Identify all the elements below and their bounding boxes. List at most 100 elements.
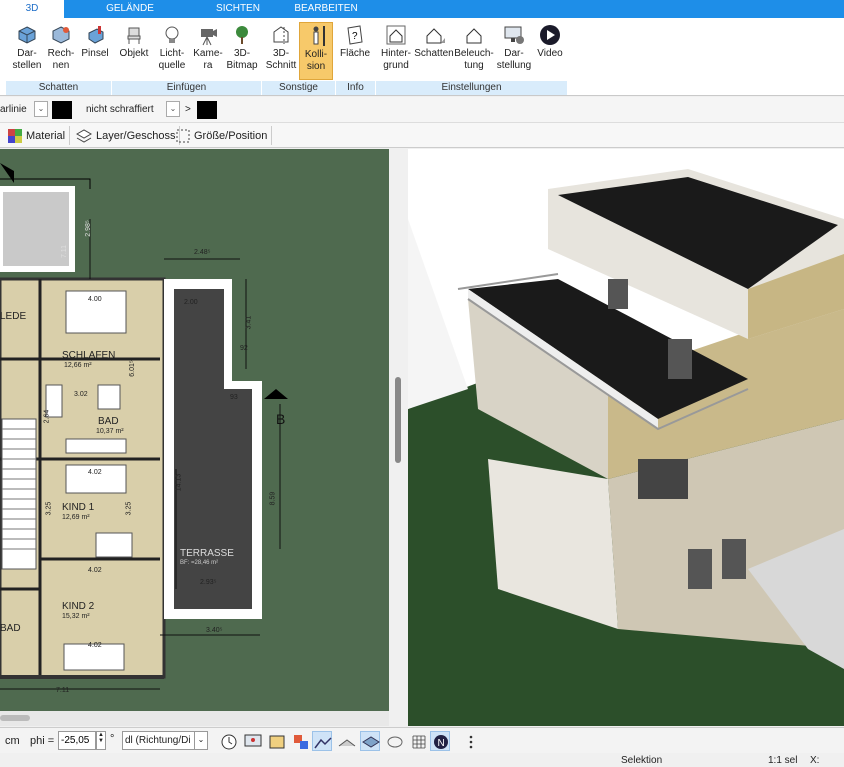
- pinsel-button[interactable]: Pinsel: [78, 22, 112, 80]
- dim-label: 14.13: [175, 473, 183, 492]
- section-icon: [273, 26, 289, 44]
- room-label: BAD: [0, 623, 21, 634]
- hatch-label: nicht schraffiert: [86, 104, 154, 115]
- dim-label: 8.59: [269, 491, 277, 506]
- flaeche-button[interactable]: ? Fläche: [338, 22, 372, 80]
- degree-label: °: [110, 733, 115, 745]
- eye-render-icon[interactable]: [266, 731, 286, 751]
- tab-bearbeiten[interactable]: BEARBEITEN: [286, 0, 366, 18]
- group-einstellungen: Einstellungen: [376, 81, 568, 95]
- svg-text:N: N: [438, 738, 445, 749]
- floor-plan-drawing: B: [0, 149, 389, 711]
- north-icon[interactable]: N: [430, 731, 450, 751]
- grid-icon[interactable]: [408, 731, 428, 751]
- svg-text:?: ?: [352, 31, 358, 42]
- house-light-icon: [466, 28, 482, 44]
- dim-label: 4.00: [88, 296, 102, 303]
- plan-horizontal-scrollbar[interactable]: [0, 711, 389, 726]
- dim-label: 3.25: [125, 501, 133, 516]
- 3d-schnitt-button[interactable]: 3D- Schnitt: [264, 22, 298, 80]
- dim-label: 2.00: [184, 299, 198, 306]
- room-label: KIND 1: [62, 502, 95, 513]
- layer-view-icon[interactable]: [360, 731, 380, 751]
- hintergrund-button[interactable]: Hinter-grund: [378, 22, 414, 80]
- dim-label: 2.48⁵: [194, 249, 211, 256]
- monitor-settings-icon: [504, 26, 524, 44]
- tab-gelaende[interactable]: GELÄNDE: [88, 0, 172, 18]
- room-area: 12,66 m²: [64, 362, 92, 369]
- phi-stepper[interactable]: ▲ ▼: [96, 731, 106, 750]
- line-color-swatch[interactable]: [52, 101, 72, 119]
- monitor-person-icon[interactable]: [242, 731, 262, 751]
- phi-input[interactable]: [58, 731, 96, 750]
- tab-sichten[interactable]: SICHTEN: [196, 0, 280, 18]
- chevron-down-icon[interactable]: ⌄: [194, 732, 207, 749]
- material-icon: [8, 128, 22, 143]
- layer-button[interactable]: Layer/Geschoss: [72, 126, 181, 145]
- material-button[interactable]: Material: [4, 126, 71, 145]
- beleuchtung-button[interactable]: Beleuch-tung: [454, 22, 494, 80]
- hatch-color-swatch[interactable]: [197, 101, 217, 119]
- size-position-button[interactable]: Größe/Position: [172, 126, 273, 145]
- 3d-house-render: [408, 149, 844, 726]
- 3d-view[interactable]: [408, 149, 844, 726]
- schatten-settings-button[interactable]: Schatten: [414, 22, 454, 80]
- bottom-toolbar: cm phi = ▲▼ ° dl (Richtung/Di ⌄ N: [0, 727, 844, 753]
- video-button[interactable]: Video: [534, 22, 566, 80]
- arrow-label: >: [185, 104, 191, 115]
- kollision-button[interactable]: Kolli-sion: [299, 22, 333, 80]
- lichtquelle-button[interactable]: Licht-quelle: [154, 22, 190, 80]
- dim-label: 7.11: [56, 687, 70, 694]
- house-shadow-icon: [426, 28, 445, 44]
- room-label: SCHLAFEN: [62, 350, 116, 361]
- line-type-dropdown[interactable]: ⌄: [34, 101, 48, 117]
- dim-label: 3.40⁵: [206, 627, 223, 634]
- splitter-handle[interactable]: [395, 377, 401, 463]
- tab-3d[interactable]: 3D: [0, 0, 64, 18]
- group-sonstige: Sonstige: [262, 81, 336, 95]
- dim-label: 4.02: [88, 469, 102, 476]
- section-marker: B: [276, 411, 285, 427]
- dim-label: 3.25: [45, 501, 53, 516]
- objekt-button[interactable]: Objekt: [116, 22, 152, 80]
- darstellung-button[interactable]: Dar-stellung: [494, 22, 534, 80]
- group-info: Info: [336, 81, 376, 95]
- color-cube-icon[interactable]: [290, 731, 310, 751]
- layers-icon: [76, 128, 92, 143]
- dim-label: 92: [240, 345, 248, 352]
- wireframe-icon[interactable]: [384, 731, 404, 751]
- room-label: LEDE: [0, 311, 27, 322]
- dim-label: 93: [230, 394, 238, 401]
- property-toolbar: arlinie ⌄ nicht schraffiert ⌄ >: [0, 97, 844, 123]
- rechnen-button[interactable]: Rech-nen: [46, 22, 76, 80]
- view-splitter[interactable]: [389, 149, 408, 711]
- scroll-thumb[interactable]: [0, 715, 30, 721]
- 3d-bitmap-button[interactable]: 3D- Bitmap: [224, 22, 260, 80]
- ribbon: Dar-stellen Rech-nen Pinsel Objekt Licht…: [0, 18, 844, 96]
- room-area: 12,69 m²: [62, 514, 90, 521]
- surface-icon[interactable]: [336, 731, 356, 751]
- room-area: 10,37 m²: [96, 428, 124, 435]
- hatch-dropdown[interactable]: ⌄: [166, 101, 180, 117]
- dim-label: 2.64: [43, 409, 51, 424]
- resize-icon: [176, 129, 190, 142]
- dim-label: 3.02: [74, 391, 88, 398]
- status-scale: 1:1 sel: [768, 755, 798, 766]
- more-options-icon[interactable]: [460, 731, 480, 751]
- dim-label: 4.02: [88, 567, 102, 574]
- kamera-button[interactable]: Kame-ra: [192, 22, 224, 80]
- unit-label: cm: [5, 735, 20, 747]
- status-selection: Selektion: [621, 755, 663, 766]
- chair-icon: [127, 27, 141, 44]
- cube-render-icon: [52, 26, 70, 44]
- status-x: X:: [810, 755, 820, 766]
- clock-icon[interactable]: [218, 731, 238, 751]
- bulb-icon: [165, 26, 179, 43]
- room-label: BAD: [98, 416, 119, 427]
- cube-display-icon: [18, 26, 36, 44]
- brush-icon: [88, 26, 104, 44]
- terrain-icon[interactable]: [312, 731, 332, 751]
- floor-plan-view[interactable]: B SCHLAFEN 12,66 m² BAD 10,37 m² KIND 1 …: [0, 149, 389, 711]
- darstellen-button[interactable]: Dar-stellen: [8, 22, 46, 80]
- person-icon: [313, 26, 325, 46]
